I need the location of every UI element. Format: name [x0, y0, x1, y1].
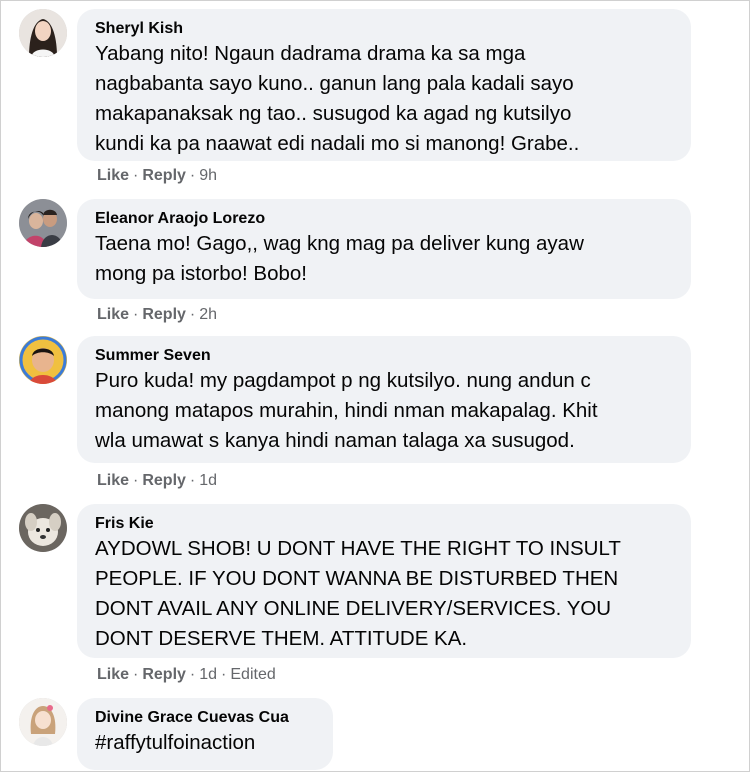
comment-bubble: Fris Kie AYDOWL SHOB! U DONT HAVE THE RI…: [77, 504, 691, 658]
comments-panel: Sheryl Kish Yabang nito! Ngaun dadrama d…: [0, 0, 750, 772]
comment-author[interactable]: Summer Seven: [95, 346, 673, 366]
comment-text-line[interactable]: #raffytulfoinaction: [95, 728, 315, 758]
comment-timestamp[interactable]: 9h: [199, 167, 217, 184]
reply-button[interactable]: Reply: [142, 472, 186, 489]
comment-bubble: Eleanor Araojo Lorezo Taena mo! Gago,, w…: [77, 199, 691, 299]
reply-button[interactable]: Reply: [142, 167, 186, 184]
separator-dot: ·: [133, 167, 139, 184]
comment-author[interactable]: Sheryl Kish: [95, 19, 673, 39]
separator-dot: ·: [221, 666, 227, 683]
comment-timestamp[interactable]: 2h: [199, 306, 217, 323]
avatar[interactable]: [19, 9, 67, 57]
like-button[interactable]: Like: [97, 472, 129, 489]
avatar[interactable]: [19, 336, 67, 384]
separator-dot: ·: [189, 306, 196, 323]
comment-text-line: DONT AVAIL ANY ONLINE DELIVERY/SERVICES.…: [95, 597, 612, 620]
avatar[interactable]: [19, 199, 67, 247]
comment-text-line: Taena mo! Gago,, wag kng mag pa deliver …: [95, 232, 584, 255]
profile-photo-woman-icon: [19, 9, 67, 57]
comment-text-line: Yabang nito! Ngaun dadrama drama ka sa m…: [95, 42, 526, 65]
like-button[interactable]: Like: [97, 167, 129, 184]
comment-bubble: Divine Grace Cuevas Cua #raffytulfoinact…: [77, 698, 333, 770]
comment-actions: Like · Reply · 1d: [97, 472, 217, 490]
comment-author[interactable]: Fris Kie: [95, 514, 673, 534]
profile-photo-couple-icon: [19, 199, 67, 247]
profile-photo-illustration-icon: [19, 698, 67, 746]
comment-bubble: Sheryl Kish Yabang nito! Ngaun dadrama d…: [77, 9, 691, 161]
like-button[interactable]: Like: [97, 306, 129, 323]
comment-text-line: DONT DESERVE THEM. ATTITUDE KA.: [95, 627, 468, 650]
separator-dot: ·: [133, 666, 139, 683]
edited-label[interactable]: Edited: [230, 666, 275, 683]
comment-text-line: AYDOWL SHOB! U DONT HAVE THE RIGHT TO IN…: [95, 537, 621, 560]
comment-actions: Like · Reply · 9h: [97, 167, 217, 185]
separator-dot: ·: [189, 167, 196, 184]
separator-dot: ·: [189, 666, 196, 683]
reply-button[interactable]: Reply: [142, 666, 186, 683]
separator-dot: ·: [133, 472, 139, 489]
comment-actions: Like · Reply · 1d · Edited: [97, 666, 276, 684]
comment-timestamp[interactable]: 1d: [199, 472, 217, 489]
avatar[interactable]: [19, 698, 67, 746]
avatar[interactable]: [19, 504, 67, 552]
comment-text-line: Puro kuda! my pagdampot p ng kutsilyo. n…: [95, 369, 591, 392]
separator-dot: ·: [133, 306, 139, 323]
comment-text-line: manong matapos murahin, hindi nman makap…: [95, 399, 598, 422]
comment-actions: Like · Reply · 2h: [97, 306, 217, 324]
comment-author[interactable]: Divine Grace Cuevas Cua: [95, 708, 315, 728]
comment-text-line: wla umawat s kanya hindi naman talaga xa…: [95, 429, 575, 452]
comment-bubble: Summer Seven Puro kuda! my pagdampot p n…: [77, 336, 691, 463]
comment-text-line: kundi ka pa naawat edi nadali mo si mano…: [95, 132, 580, 155]
separator-dot: ·: [189, 472, 196, 489]
comment-text-line: nagbabanta sayo kuno.. ganun lang pala k…: [95, 72, 574, 95]
comment-text-line: makapanaksak ng tao.. susugod ka agad ng…: [95, 102, 572, 125]
profile-photo-dog-icon: [19, 504, 67, 552]
profile-photo-child-icon: [19, 336, 67, 384]
comment-text-line: mong pa istorbo! Bobo!: [95, 262, 307, 285]
like-button[interactable]: Like: [97, 666, 129, 683]
comment-timestamp[interactable]: 1d: [199, 666, 217, 683]
comment-text-line: PEOPLE. IF YOU DONT WANNA BE DISTURBED T…: [95, 567, 619, 590]
reply-button[interactable]: Reply: [142, 306, 186, 323]
comment-author[interactable]: Eleanor Araojo Lorezo: [95, 209, 673, 229]
